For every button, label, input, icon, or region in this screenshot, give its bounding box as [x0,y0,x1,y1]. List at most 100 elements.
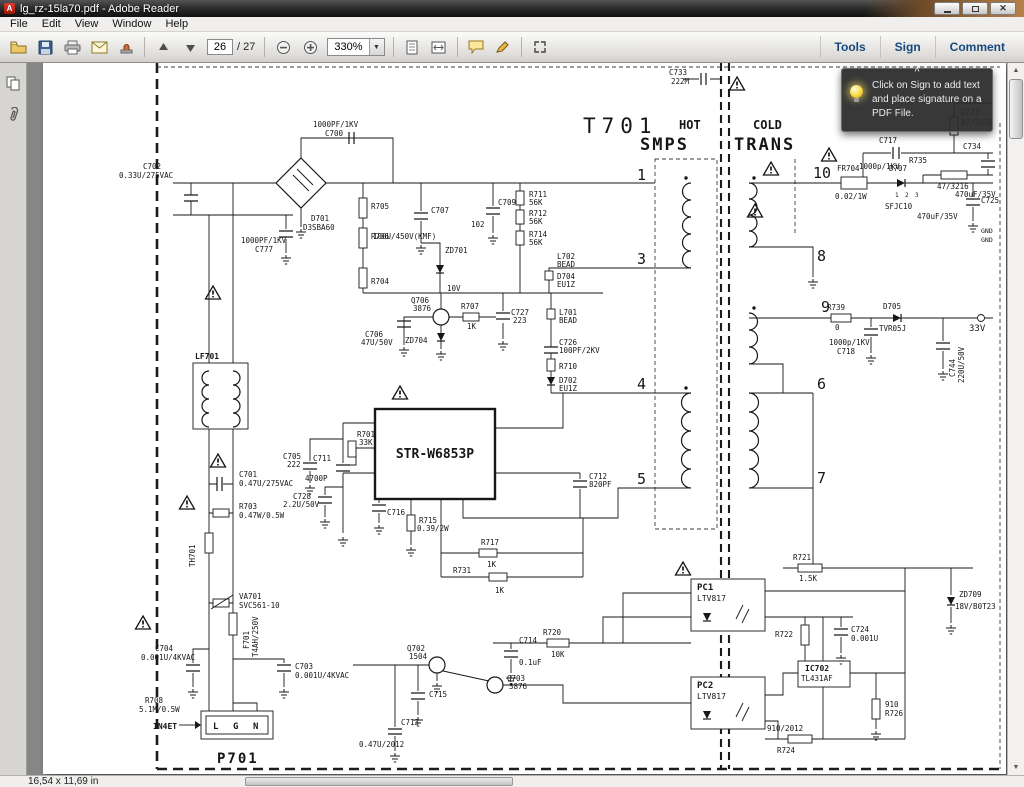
schematic-label: C709 [498,198,516,207]
schematic-label: BEAD [559,316,578,325]
schematic-label: 100PF/2KV [559,346,600,355]
attachments-button[interactable] [3,105,23,125]
minimize-icon [943,10,951,13]
transistor-q703 [486,676,504,694]
horizontal-scrollbar-thumb[interactable] [245,777,513,786]
schematic-labels: T701 HOT COLDSMPS TRANS13451089671000PF/1KV… [119,68,999,767]
schematic-label: 0 [835,323,840,332]
schematic-label: R708 [145,696,164,705]
schematic-label: 0.02/1W [835,192,867,201]
schematic-label: R721 [793,553,811,562]
scrolling-mode-button[interactable] [399,35,425,59]
stamp-button[interactable] [113,35,139,59]
vertical-scrollbar[interactable]: ▲ ▼ [1007,63,1024,775]
scroll-down-icon[interactable]: ▼ [1008,760,1024,775]
sticky-note-button[interactable] [463,35,489,59]
schematic-label: 220U/50V [957,346,966,383]
paperclip-icon [10,107,19,121]
menu-edit[interactable]: Edit [35,17,68,31]
schematic-label: GND [981,227,993,235]
zoom-level-dropdown[interactable]: 330% ▼ [327,38,385,56]
schematic-label: 470uF/35V [917,212,958,221]
toolbar-separator [456,37,458,57]
menu-file[interactable]: File [3,17,35,31]
schematic-label: IC702 [805,664,829,673]
schematic-label: 0.47W/0.5W [239,511,285,520]
maximize-button[interactable] [962,2,988,15]
schematic-label: R705 [371,202,389,211]
page-thumbnails-icon [6,76,20,91]
schematic-label: SMPS [640,135,689,155]
fullscreen-button[interactable] [527,35,553,59]
schematic-label: 1.5K [799,574,818,583]
schematic-label: N [253,722,258,732]
schematic-label: 5.1M/0.5W [139,705,180,714]
schematic-label: 18V/B0T23 [955,602,996,611]
schematic-label: SFJC10 [885,202,913,211]
transistor-q706 [432,308,450,326]
schematic-label: ZD704 [405,336,428,345]
menu-view[interactable]: View [68,17,106,31]
schematic-label: D3SBA60 [303,223,335,232]
email-button[interactable] [86,35,112,59]
schematic-label: 33K [359,438,373,447]
save-button[interactable] [32,35,58,59]
fit-width-button[interactable] [426,35,452,59]
schematic-label: 10K [551,650,565,659]
schematic-label: C703 [295,662,313,671]
pdf-page[interactable]: T701 HOT COLD SMPS TRANS 1 3 4 5 10 8 9 6 7 1000PF/1KV… [43,63,1006,774]
minimize-button[interactable] [934,2,960,15]
menu-window[interactable]: Window [105,17,158,31]
schematic-label: C717 [879,136,897,145]
schematic-label: ZD709 [959,590,982,599]
scroll-up-icon[interactable]: ▲ [1008,63,1024,78]
zoom-level-value: 330% [334,41,363,53]
chevron-down-icon[interactable]: ▼ [368,39,384,55]
schematic-label: TVR05J [879,324,906,333]
titlebar[interactable]: A lg_rz-15la70.pdf - Adobe Reader ✕ [0,0,1024,17]
close-button[interactable]: ✕ [990,2,1016,15]
schematic-label: 1K [495,586,505,595]
zoom-out-button[interactable] [270,35,296,59]
schematic-label: R731 [453,566,471,575]
adobe-reader-window: A lg_rz-15la70.pdf - Adobe Reader ✕ File… [0,0,1024,787]
comment-button[interactable]: Comment [934,36,1019,58]
schematic-label: 47U/50V [361,338,393,347]
schematic-label: 10 [813,164,831,182]
schematic-label: 1 [895,192,899,199]
open-button[interactable] [5,35,31,59]
vertical-scrollbar-thumb[interactable] [1009,79,1023,139]
schematic-label: 0.47U/2012 [359,740,404,749]
next-page-button[interactable] [177,35,203,59]
menu-help[interactable]: Help [158,17,195,31]
transformer-primary-winding [681,182,692,269]
document-view[interactable]: T701 HOT COLD SMPS TRANS 1 3 4 5 10 8 9 6 7 1000PF/1KV… [27,63,1007,775]
zoom-in-button[interactable] [297,35,323,59]
toolbar-separator [520,37,522,57]
open-icon [10,41,26,54]
schematic-label: C716 [387,508,406,517]
tools-button[interactable]: Tools [819,36,880,58]
print-button[interactable] [59,35,85,59]
maximize-icon [971,5,979,12]
schematic-label: HOT [679,118,701,132]
schematic-label: 1 [637,166,646,184]
collapse-chevron-icon[interactable]: ^ [914,67,919,76]
schematic-label: R726 [885,709,904,718]
schematic-label: 222M [671,77,690,86]
expand-arrows-icon [533,41,546,53]
schematic-label: LF701 [195,352,219,361]
sign-button[interactable]: Sign [879,36,935,58]
scroll-page-icon [406,40,417,54]
schematic-label: R739 [827,303,845,312]
sign-tooltip-text: Click on Sign to add text and place sign… [872,80,982,119]
schematic-label: 0.47U/275VAC [239,479,293,488]
page-thumbnails-button[interactable] [3,73,23,93]
highlight-button[interactable] [490,35,516,59]
previous-page-button[interactable] [150,35,176,59]
page-number-input[interactable] [207,39,233,55]
speech-bubble-icon [468,40,483,54]
schematic-label: 1000PF/1KV [241,236,287,245]
page-down-icon [185,44,195,52]
schematic-label: FR704 [837,164,860,173]
